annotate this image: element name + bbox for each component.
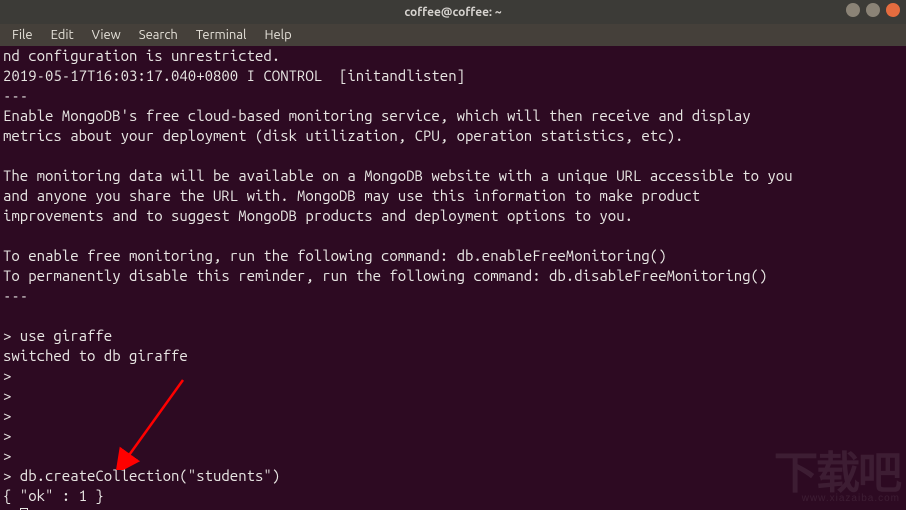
menu-view[interactable]: View [84, 26, 129, 44]
window-title: coffee@coffee: ~ [404, 6, 501, 19]
menubar: File Edit View Search Terminal Help [0, 24, 906, 46]
menu-edit[interactable]: Edit [43, 26, 82, 44]
minimize-icon[interactable] [846, 3, 860, 17]
window-controls [846, 3, 900, 17]
menu-help[interactable]: Help [256, 26, 299, 44]
menu-file[interactable]: File [4, 26, 41, 44]
watermark-text: 下载吧 [774, 452, 900, 496]
close-icon[interactable] [886, 3, 900, 17]
watermark: 下载吧 www.xiazaiba.com [774, 452, 900, 504]
terminal-output[interactable]: nd configuration is unrestricted. 2019-0… [0, 46, 906, 510]
menu-terminal[interactable]: Terminal [188, 26, 255, 44]
maximize-icon[interactable] [866, 3, 880, 17]
menu-search[interactable]: Search [131, 26, 186, 44]
window-titlebar: coffee@coffee: ~ [0, 0, 906, 24]
